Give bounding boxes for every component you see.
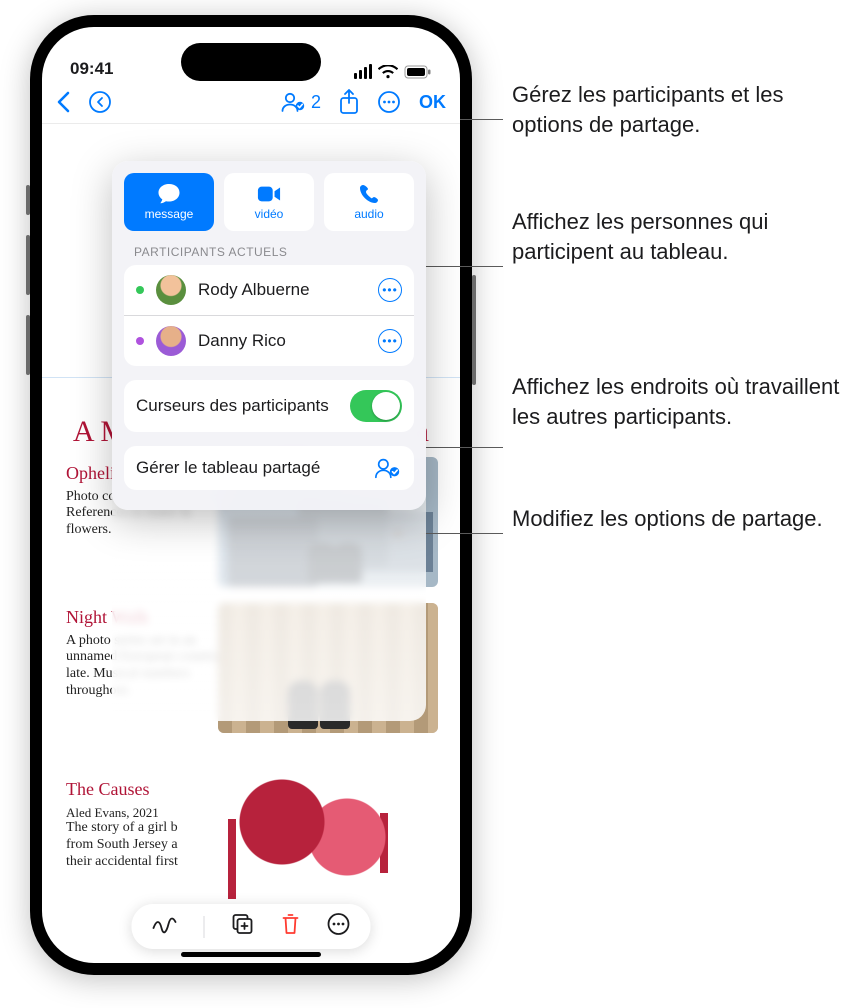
message-button[interactable]: message xyxy=(124,173,214,231)
video-label: vidéo xyxy=(255,207,284,221)
volume-down-button xyxy=(26,315,30,375)
volume-up-button xyxy=(26,235,30,295)
screen: 09:41 xyxy=(42,27,460,963)
participant-more-icon[interactable]: ••• xyxy=(378,278,402,302)
cursors-card: Curseurs des participants xyxy=(124,380,414,432)
back-button[interactable] xyxy=(56,91,70,113)
collaboration-icon xyxy=(374,456,402,480)
collaboration-popover: message vidéo audio Participants actuels… xyxy=(112,161,426,510)
communication-buttons: message vidéo audio xyxy=(124,173,414,231)
manage-card: Gérer le tableau partagé xyxy=(124,446,414,490)
manage-shared-board-row[interactable]: Gérer le tableau partagé xyxy=(124,446,414,490)
callout-text: Affichez les endroits où travaillent les… xyxy=(512,372,841,431)
more-tools-icon[interactable] xyxy=(327,912,351,941)
cursors-label: Curseurs des participants xyxy=(136,396,338,416)
draw-icon[interactable] xyxy=(152,914,178,939)
participant-name: Rody Albuerne xyxy=(198,280,310,300)
silent-switch xyxy=(26,185,30,215)
share-button[interactable] xyxy=(339,89,359,115)
wifi-icon xyxy=(378,65,398,79)
add-icon[interactable] xyxy=(231,912,255,941)
dynamic-island xyxy=(181,43,321,81)
cellular-icon xyxy=(354,64,372,79)
participant-name: Danny Rico xyxy=(198,331,286,351)
presence-dot xyxy=(136,337,144,345)
collaborate-button[interactable]: 2 xyxy=(281,91,321,113)
app-toolbar: 2 OK xyxy=(42,83,460,124)
callout-text: Affichez les personnes qui participent a… xyxy=(512,207,841,266)
participants-list: Rody Albuerne ••• Danny Rico ••• xyxy=(124,265,414,366)
message-label: message xyxy=(145,207,194,221)
participant-row[interactable]: Rody Albuerne ••• xyxy=(124,265,414,315)
avatar xyxy=(156,275,186,305)
iphone-frame: 09:41 xyxy=(30,15,472,975)
participants-header: Participants actuels xyxy=(134,245,404,259)
power-button xyxy=(472,275,476,385)
more-button[interactable] xyxy=(377,90,401,114)
separator xyxy=(204,916,205,938)
battery-icon xyxy=(404,65,432,79)
home-indicator xyxy=(181,952,321,957)
status-time: 09:41 xyxy=(70,59,113,79)
cursors-toggle[interactable] xyxy=(350,390,402,422)
cursors-toggle-row[interactable]: Curseurs des participants xyxy=(124,380,414,432)
undo-button[interactable] xyxy=(88,90,112,114)
avatar xyxy=(156,326,186,356)
callout-text: Modifiez les options de partage. xyxy=(512,504,841,534)
audio-label: audio xyxy=(354,207,383,221)
callout-text: Gérez les participants et les options de… xyxy=(512,80,841,139)
participant-count: 2 xyxy=(311,92,321,113)
tools-bottombar xyxy=(132,904,371,949)
presence-dot xyxy=(136,286,144,294)
participant-more-icon[interactable]: ••• xyxy=(378,329,402,353)
manage-label: Gérer le tableau partagé xyxy=(136,458,320,478)
delete-icon[interactable] xyxy=(281,912,301,941)
participant-row[interactable]: Danny Rico ••• xyxy=(124,315,414,366)
done-button[interactable]: OK xyxy=(419,92,446,113)
video-button[interactable]: vidéo xyxy=(224,173,314,231)
audio-button[interactable]: audio xyxy=(324,173,414,231)
